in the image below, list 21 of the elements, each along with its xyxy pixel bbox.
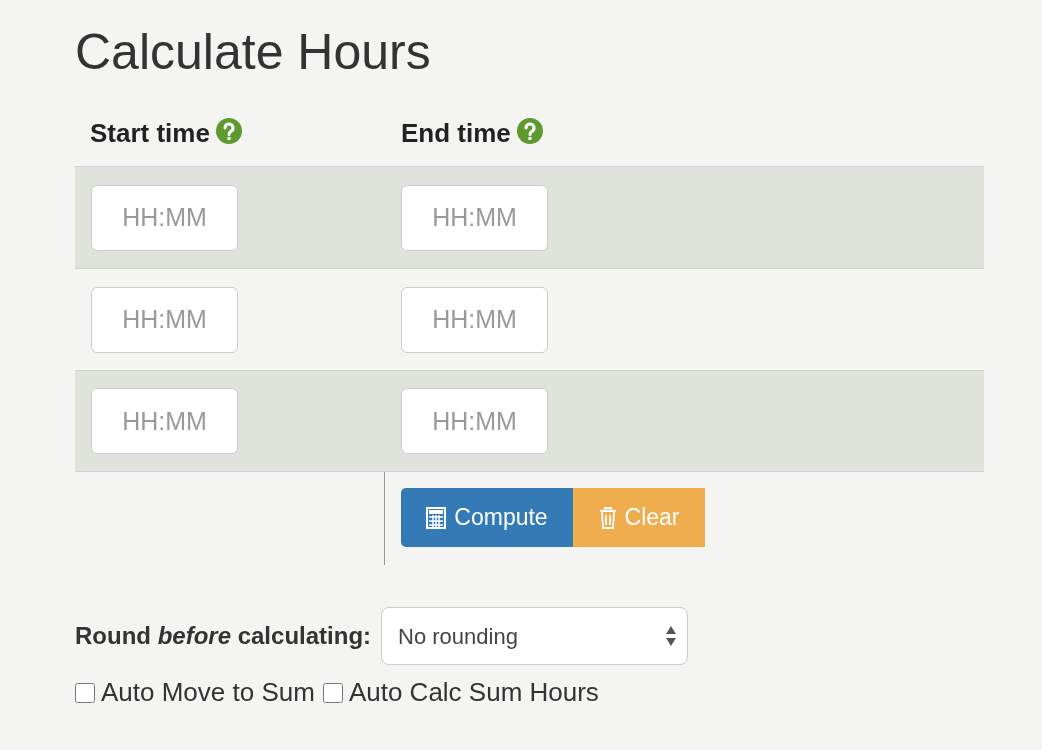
column-header: Start time <box>90 117 210 150</box>
time-input[interactable]: HH:MM <box>401 388 548 454</box>
rounding-select[interactable]: No rounding <box>381 607 689 665</box>
page-title: Calculate Hours <box>75 23 431 82</box>
calculator-icon <box>426 506 447 529</box>
time-input[interactable]: HH:MM <box>401 184 548 251</box>
trash-icon <box>598 506 617 529</box>
time-input[interactable]: HH:MM <box>91 388 238 454</box>
up-down-icon <box>665 625 678 647</box>
checkbox[interactable] <box>322 682 343 703</box>
help-icon[interactable] <box>215 117 242 144</box>
column-header: End time <box>401 117 511 150</box>
time-input[interactable]: HH:MM <box>91 286 238 353</box>
help-icon[interactable] <box>516 117 543 144</box>
checkbox-label: Auto Calc Sum Hours <box>348 676 599 709</box>
checkbox[interactable] <box>75 682 95 703</box>
time-input[interactable]: HH:MM <box>401 286 548 353</box>
rounding-label: Round before calculating: <box>75 621 372 651</box>
time-input[interactable]: HH:MM <box>91 184 238 251</box>
checkbox-label: Auto Move to Sum <box>101 676 315 709</box>
compute-button[interactable]: Compute <box>401 488 573 547</box>
